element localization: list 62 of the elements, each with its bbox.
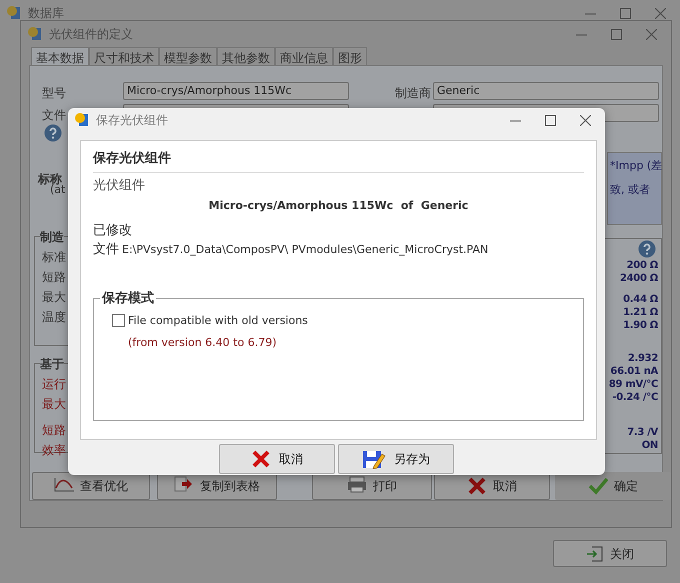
- file-label: 文件: [93, 241, 119, 259]
- section-label: 标称: [38, 171, 62, 186]
- value-text: 1.90 Ω: [623, 319, 658, 332]
- field-label: 文件: [42, 107, 66, 124]
- field-label: 最大: [42, 289, 66, 306]
- checkbox[interactable]: [112, 314, 125, 328]
- field-label: 标准: [42, 249, 66, 266]
- button[interactable]: 查看优化: [32, 472, 150, 500]
- field-label: 最大: [42, 396, 66, 413]
- value-text: 2400 Ω: [620, 272, 658, 285]
- maximize-icon[interactable]: [620, 8, 631, 18]
- note-text: (from version 6.40 to 6.79): [128, 335, 278, 351]
- exit-icon: [586, 544, 604, 562]
- value-text: 7.3 /V: [627, 426, 658, 439]
- input-field[interactable]: Micro-crys/Amorphous 115Wc: [123, 82, 349, 100]
- checkbox-label: File compatible with old versions: [128, 312, 308, 328]
- cancel-icon: [467, 476, 487, 496]
- save-as-button[interactable]: 另存为: [338, 444, 454, 474]
- value-text: 200 Ω: [626, 259, 658, 272]
- field-label: 短路: [42, 422, 66, 439]
- status-text: 已修改: [93, 222, 133, 240]
- field-label: 运行: [42, 376, 66, 393]
- app-icon: [27, 26, 43, 42]
- help-icon[interactable]: [44, 124, 62, 142]
- field-label: 型号: [42, 85, 66, 102]
- info-text: (at: [50, 183, 66, 198]
- module-name: Micro-crys/Amorphous 115Wc of Generic: [208, 198, 470, 214]
- maximize-icon[interactable]: [545, 114, 556, 126]
- maximize-icon[interactable]: [611, 28, 622, 40]
- help-icon[interactable]: [638, 240, 656, 258]
- cancel-button[interactable]: 取消: [219, 444, 335, 474]
- app-icon: [6, 5, 22, 21]
- value-text: 89 mV/°C: [608, 378, 658, 391]
- check-icon: [588, 476, 608, 496]
- field-label: 温度: [42, 309, 66, 326]
- value-text: 1.21 Ω: [623, 306, 658, 319]
- dialog-heading: 保存光伏组件: [93, 149, 584, 172]
- value-text: 66.01 nA: [610, 365, 658, 378]
- field-label: 效率: [42, 442, 66, 459]
- subheading: 光伏组件: [93, 176, 146, 194]
- value-text: 2.932: [628, 352, 658, 365]
- cancel-icon: [251, 449, 271, 469]
- close-icon[interactable]: [646, 28, 657, 40]
- input-field[interactable]: Generic: [433, 82, 659, 100]
- field-label: 短路: [42, 269, 66, 286]
- close-button[interactable]: 关闭: [553, 540, 667, 567]
- value-text: 0.44 Ω: [623, 293, 658, 306]
- value-text: ON: [642, 439, 658, 452]
- group-title: 制造: [40, 228, 64, 246]
- window-title: 数据库: [28, 5, 64, 22]
- info-text: 致, 或者: [610, 182, 650, 198]
- field-label: 制造商: [395, 85, 431, 102]
- close-icon[interactable]: [580, 114, 591, 126]
- value-text: -0.24 /°C: [612, 391, 658, 404]
- window-title: 光伏组件的定义: [49, 26, 133, 43]
- info-text: *Impp (差: [610, 158, 662, 174]
- save-icon: [362, 449, 386, 469]
- app-icon: [74, 112, 90, 128]
- file-path: E:\PVsyst7.0_Data\ComposPV\ PVmodules\Generic_MicroCryst.PAN: [122, 242, 488, 258]
- close-icon[interactable]: [655, 8, 666, 18]
- group-title: 基于: [40, 355, 64, 373]
- window-title: 保存光伏组件: [96, 112, 168, 129]
